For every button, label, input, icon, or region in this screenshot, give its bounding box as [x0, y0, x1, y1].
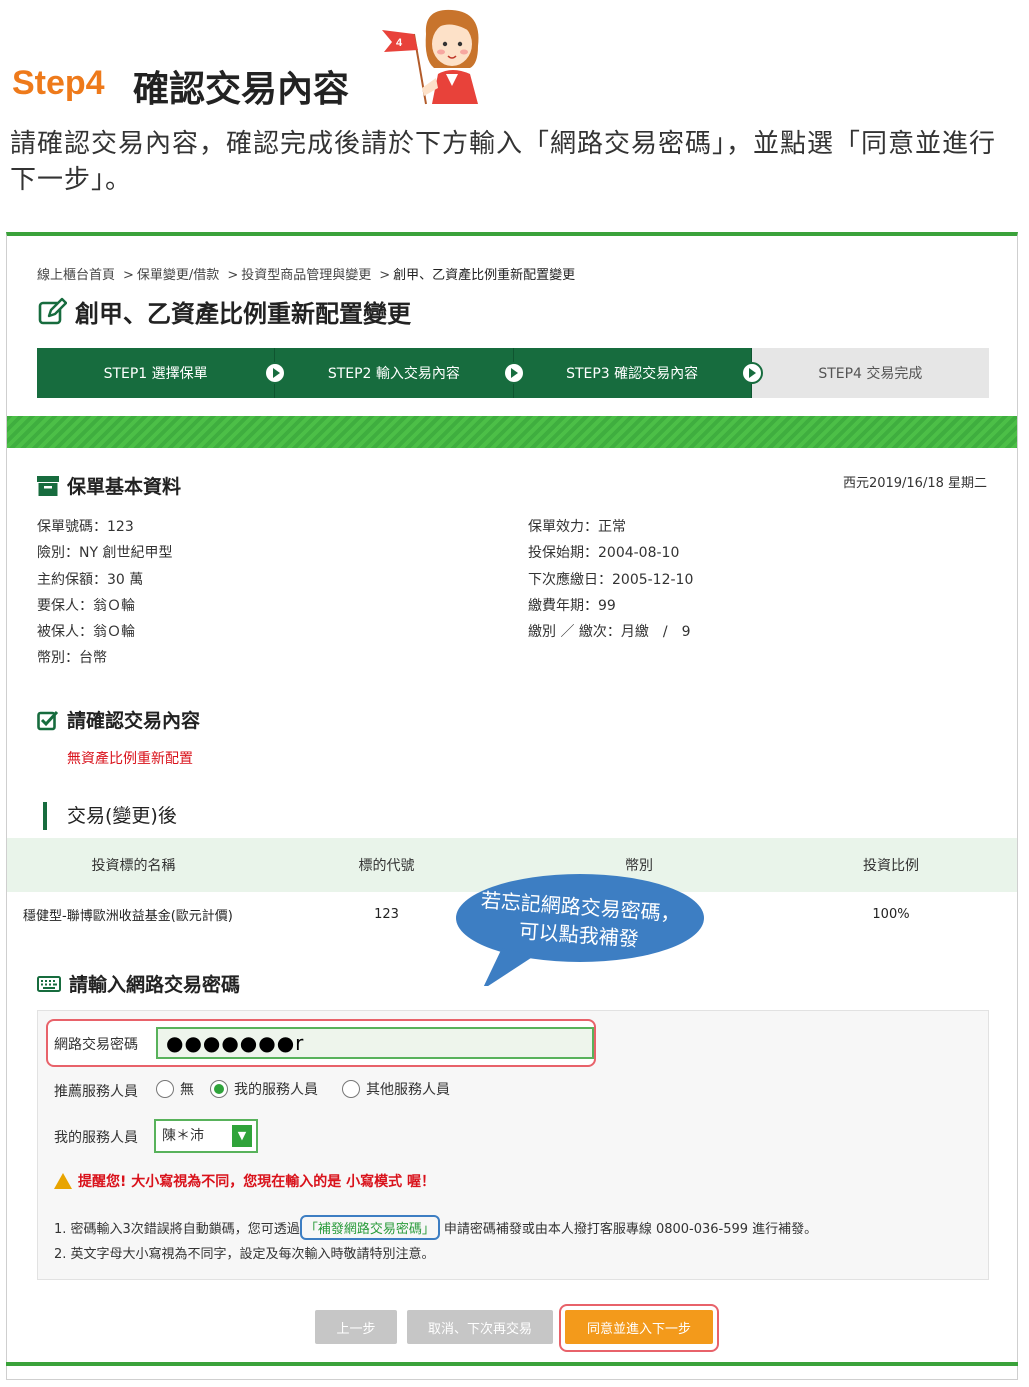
- recommend-label: 推薦服務人員: [54, 1084, 138, 1100]
- tutorial-header: Step4 確認交易內容 4 請確認交易內容，確認完成後請於下方輸入「網路交易密…: [0, 0, 1029, 210]
- step-title: 確認交易內容: [133, 69, 350, 110]
- reissue-password-link[interactable]: 「補發網路交易密碼」: [299, 1215, 440, 1240]
- policy-currency: 幣別：台幣: [37, 650, 107, 667]
- note-1: 1. 密碼輸入3次錯誤將自動鎖碼，您可透過 「補發網路交易密碼」 申請密碼補發或由本…: [54, 1215, 817, 1240]
- password-row-highlight: 網路交易密碼 ●●●●●●●r: [46, 1019, 596, 1067]
- page-title: 創甲、乙資產比例重新配置變更: [37, 294, 411, 329]
- policy-type: 險別：NY 創世紀甲型: [37, 545, 173, 562]
- policy-heading: 保單基本資料: [37, 472, 181, 499]
- policy-amount: 主約保額：30 萬: [37, 571, 144, 588]
- col-fund-name: 投資標的名稱: [7, 838, 260, 892]
- edit-icon: [38, 297, 67, 324]
- policy-pay-mode: 繳別 ／ 繳次：月繳 / 9: [528, 624, 691, 641]
- policy-number: 保單號碼：123: [37, 519, 134, 535]
- policy-start-date: 投保始期：2004-08-10: [528, 545, 680, 562]
- no-reallocation-message: 無資產比例重新配置: [67, 751, 193, 767]
- confirm-heading: 請確認交易內容: [37, 706, 200, 733]
- prev-button[interactable]: 上一步: [315, 1310, 397, 1344]
- step-arrow-icon: [740, 362, 763, 384]
- policy-pay-years: 繳費年期：99: [528, 597, 616, 614]
- policy-status: 保單效力：正常: [528, 519, 626, 535]
- mascot-illustration: 4: [382, 9, 479, 105]
- radio-none[interactable]: 無: [156, 1079, 194, 1099]
- breadcrumb-item-investment[interactable]: 投資型商品管理與變更: [241, 268, 371, 283]
- breadcrumb-item-home[interactable]: 線上櫃台首頁: [37, 268, 115, 283]
- page-title-text: 創甲、乙資產比例重新配置變更: [75, 300, 411, 328]
- panel-bottom-border: [6, 1362, 1018, 1366]
- agree-next-button[interactable]: 同意並進入下一步: [565, 1310, 713, 1344]
- col-ratio: 投資比例: [765, 838, 1017, 892]
- current-date: 西元2019/16/18 星期二: [842, 476, 987, 491]
- after-change-heading: 交易(變更)後: [43, 802, 177, 830]
- radio-other-agent[interactable]: 其他服務人員: [342, 1079, 450, 1099]
- breadcrumb-item-current: 創甲、乙資產比例重新配置變更: [393, 268, 576, 283]
- password-label: 網路交易密碼: [54, 1037, 138, 1053]
- my-agent-label: 我的服務人員: [54, 1130, 138, 1146]
- divider-stripe: [7, 416, 1017, 448]
- checkbox-icon: [37, 710, 59, 730]
- step-1: STEP1 選擇保單: [37, 348, 287, 398]
- policy-info-right: 保單效力：正常 投保始期：2004-08-10 下次應繳日：2005-12-10…: [528, 514, 693, 645]
- breadcrumb-item-policy-change[interactable]: 保單變更/借款: [137, 268, 219, 283]
- archive-icon: [37, 475, 59, 496]
- step-4: STEP4 交易完成: [751, 348, 989, 398]
- cell-ratio: 100%: [872, 906, 910, 922]
- policy-applicant: 要保人：翁Ｏ輪: [37, 597, 135, 614]
- step-tag: Step4: [12, 64, 105, 102]
- flag-number: 4: [396, 37, 403, 49]
- progress-steps: STEP1 選擇保單 STEP2 輸入交易內容 STEP3 確認交易內容 STE…: [37, 348, 989, 398]
- policy-next-due: 下次應繳日：2005-12-10: [528, 571, 694, 588]
- callout-bubble: 若忘記網路交易密碼， 可以點我補發: [456, 874, 704, 986]
- cell-fund-name: 穩健型-聯博歐洲收益基金(歐元計價): [23, 908, 233, 924]
- password-input[interactable]: ●●●●●●●r: [156, 1027, 594, 1059]
- password-form: 網路交易密碼 ●●●●●●●r 推薦服務人員 無 我的服務人員 其他服務人員 我…: [37, 1010, 989, 1280]
- step-arrow-icon: [502, 362, 525, 384]
- policy-insured: 被保人：翁Ｏ輪: [37, 624, 135, 641]
- chevron-down-icon: ▼: [232, 1125, 252, 1147]
- note-2: 2. 英文字母大小寫視為不同字，設定及每次輸入時敬請特別注意。: [54, 1247, 435, 1262]
- caps-warning: 提醒您! 大小寫視為不同，您現在輸入的是 小寫模式 喔！: [54, 1171, 435, 1191]
- step-2: STEP2 輸入交易內容: [275, 348, 525, 398]
- radio-my-agent[interactable]: 我的服務人員: [210, 1079, 318, 1099]
- keyboard-icon: [37, 975, 61, 992]
- step-3: STEP3 確認交易內容: [513, 348, 763, 398]
- intro-text: 請確認交易內容，確認完成後請於下方輸入「網路交易密碼」，並點選「同意並進行下一步…: [10, 129, 997, 195]
- policy-info-left: 保單號碼：123 險別：NY 創世紀甲型 主約保額：30 萬 要保人：翁Ｏ輪 被…: [37, 514, 172, 672]
- cancel-button[interactable]: 取消、下次再交易: [407, 1310, 553, 1344]
- screenshot-panel: 線上櫃台首頁 > 保單變更/借款 > 投資型商品管理與變更 > 創甲、乙資產比例重新配置變更…: [6, 232, 1018, 1380]
- breadcrumb: 線上櫃台首頁 > 保單變更/借款 > 投資型商品管理與變更 > 創甲、乙資產比例重新配置變更: [37, 268, 576, 283]
- agent-select[interactable]: 陳＊沛 ▼: [154, 1119, 258, 1153]
- password-heading: 請輸入網路交易密碼: [37, 970, 240, 997]
- warning-icon: [54, 1173, 72, 1189]
